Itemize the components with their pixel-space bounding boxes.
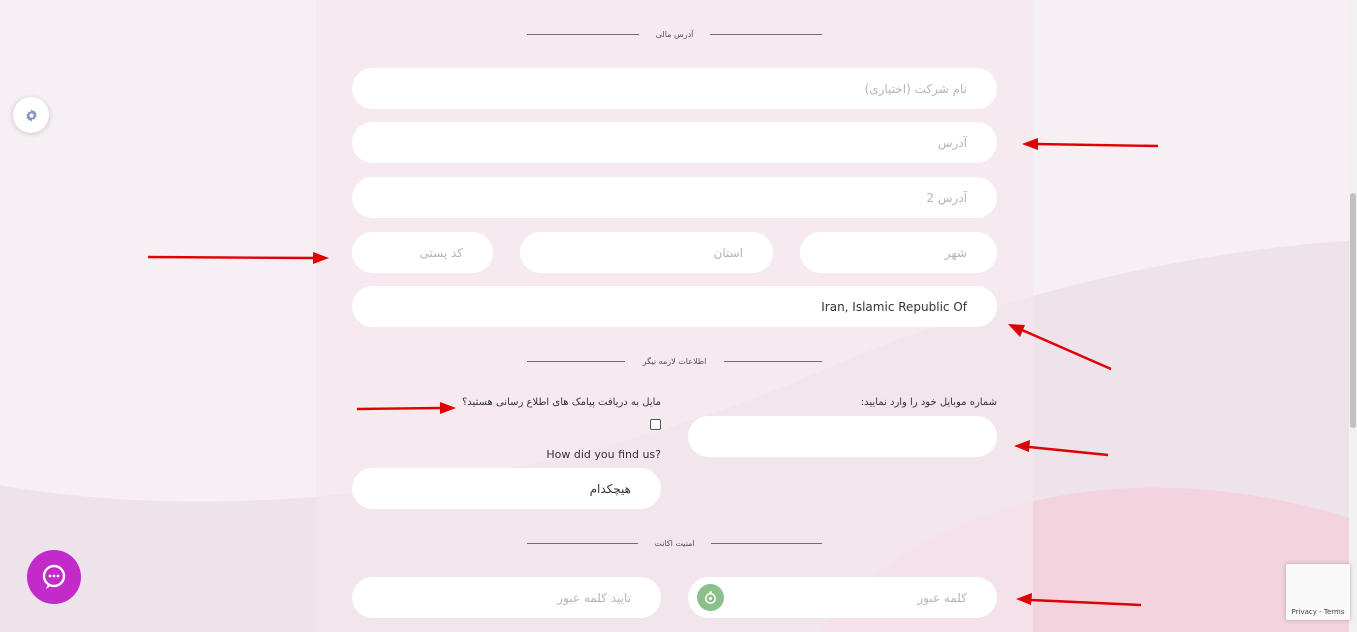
page-scrollbar[interactable] bbox=[1349, 0, 1357, 632]
section-account-security: امنیت اکانت bbox=[527, 533, 822, 553]
settings-button[interactable] bbox=[13, 97, 49, 133]
section-title: اطلاعات لازمه نیگر bbox=[642, 356, 707, 366]
recaptcha-badge[interactable]: Privacy - Terms bbox=[1286, 564, 1350, 620]
confirm-password-input[interactable]: تایید کلمه عبور bbox=[352, 577, 661, 618]
scroll-thumb[interactable] bbox=[1350, 193, 1356, 428]
postcode-placeholder: کد پستی bbox=[419, 245, 464, 260]
company-placeholder: نام شرکت (اختیاری) bbox=[864, 81, 967, 96]
section-required-info: اطلاعات لازمه نیگر bbox=[527, 351, 822, 371]
referral-select[interactable]: هیچکدام bbox=[352, 468, 661, 509]
country-select[interactable]: Iran, Islamic Republic Of bbox=[352, 286, 997, 327]
eye-icon bbox=[705, 591, 716, 604]
referral-label: How did you find us? bbox=[546, 448, 661, 461]
city-placeholder: شهر bbox=[944, 245, 967, 260]
section-billing-address: آدرس مالی bbox=[527, 24, 822, 44]
address-input[interactable]: آدرس bbox=[352, 122, 997, 163]
state-input[interactable]: استان bbox=[520, 232, 773, 273]
gear-icon bbox=[25, 108, 37, 122]
postcode-input[interactable]: کد پستی bbox=[352, 232, 493, 273]
mobile-input[interactable] bbox=[688, 416, 997, 457]
country-value: Iran, Islamic Republic Of bbox=[821, 299, 967, 314]
password-reveal-button[interactable] bbox=[697, 584, 724, 611]
address-placeholder: آدرس bbox=[937, 135, 967, 150]
chat-button[interactable] bbox=[27, 550, 81, 604]
section-title: امنیت اکانت bbox=[654, 538, 695, 548]
mobile-label: شماره موبایل خود را وارد نمایید: bbox=[860, 397, 997, 408]
city-input[interactable]: شهر bbox=[800, 232, 997, 273]
referral-value: هیچکدام bbox=[589, 481, 631, 496]
recaptcha-links: Privacy - Terms bbox=[1291, 608, 1345, 616]
sms-optin-label: مایل به دریافت پیامک های اطلاع رسانی هست… bbox=[462, 397, 661, 408]
confirm-password-placeholder: تایید کلمه عبور bbox=[557, 590, 631, 605]
state-placeholder: استان bbox=[713, 245, 743, 260]
sms-optin-checkbox[interactable] bbox=[650, 419, 661, 430]
address2-placeholder: آدرس 2 bbox=[926, 190, 967, 205]
company-input[interactable]: نام شرکت (اختیاری) bbox=[352, 68, 997, 109]
chat-bubble-icon bbox=[42, 564, 66, 589]
address2-input[interactable]: آدرس 2 bbox=[352, 177, 997, 218]
password-placeholder: کلمه عبور bbox=[917, 590, 967, 605]
section-title: آدرس مالی bbox=[655, 29, 694, 39]
password-input[interactable]: کلمه عبور bbox=[688, 577, 997, 618]
